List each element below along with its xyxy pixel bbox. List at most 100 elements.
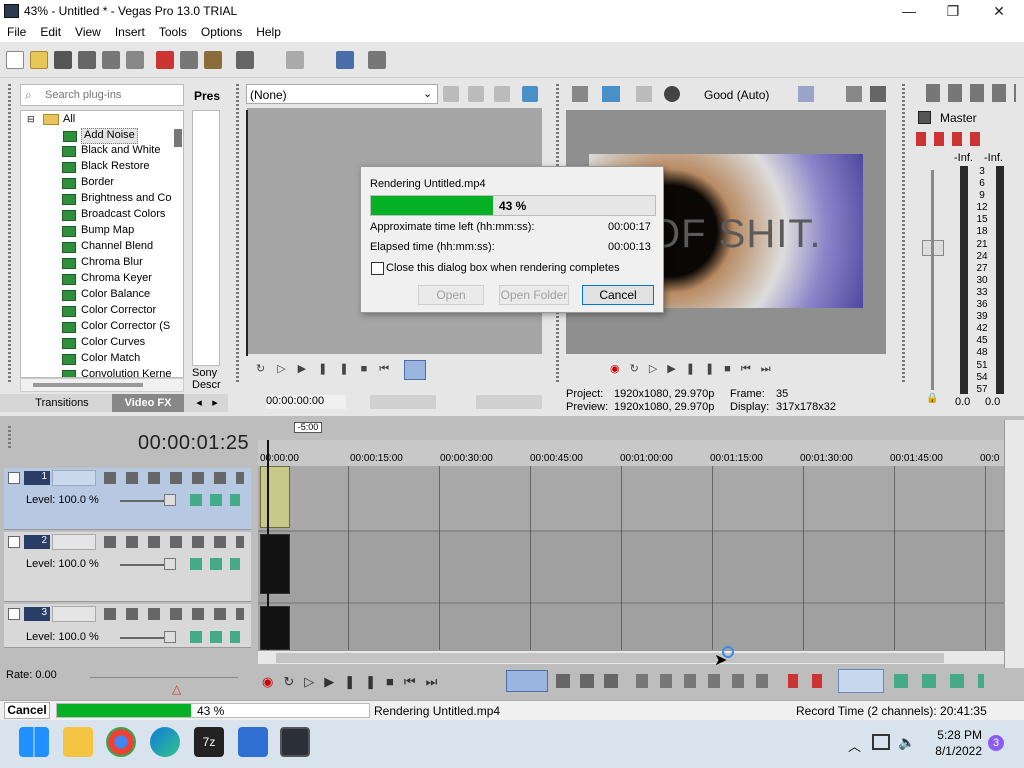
tab-video-fx[interactable]: Video FX (112, 394, 184, 412)
plugin-item[interactable]: Color Match (62, 352, 140, 368)
open-button[interactable]: Open (418, 285, 484, 305)
track-collapse-icon[interactable] (8, 608, 20, 620)
minimize-button[interactable]: — (886, 0, 932, 24)
overlays-icon[interactable] (798, 86, 814, 102)
trimmer-tool-icon[interactable] (494, 86, 510, 102)
scrollbar-thumb[interactable] (33, 383, 143, 387)
chevron-up-icon[interactable]: ︿ (848, 736, 861, 755)
plugin-item[interactable]: Color Corrector (S (62, 320, 170, 336)
track-name-field[interactable] (52, 606, 96, 622)
panel-grip[interactable] (236, 84, 239, 384)
preview-properties-icon[interactable] (572, 86, 588, 102)
menu-options[interactable]: Options (194, 24, 249, 39)
cut-icon[interactable] (156, 51, 174, 69)
tree-root-all[interactable]: All (63, 113, 75, 125)
video-event-2[interactable] (260, 534, 290, 594)
plugin-item[interactable]: Color Corrector (62, 304, 156, 320)
panel-grip[interactable] (902, 84, 905, 384)
vertical-scrollbar[interactable] (1004, 420, 1024, 668)
tab-transitions[interactable]: Transitions (20, 394, 104, 412)
edge-icon[interactable] (150, 727, 180, 757)
playhead-cursor[interactable] (267, 440, 269, 650)
track-buttons[interactable] (104, 536, 244, 548)
preview-fx-icon[interactable] (664, 86, 680, 102)
horizontal-scrollbar[interactable] (20, 378, 184, 392)
track-buttons[interactable] (104, 472, 244, 484)
level-slider-thumb[interactable] (164, 558, 176, 570)
rate-slider[interactable] (90, 677, 238, 678)
plugin-item[interactable]: Convolution Kerne (62, 368, 172, 377)
track-name-field[interactable] (52, 534, 96, 550)
panel-grip[interactable] (8, 426, 11, 448)
save-icon[interactable] (54, 51, 72, 69)
video-event-3[interactable] (260, 606, 290, 650)
plugin-item[interactable]: Border (62, 176, 114, 192)
rate-slider-thumb[interactable]: △ (172, 682, 181, 696)
paste-icon[interactable] (204, 51, 222, 69)
close-button[interactable]: ✕ (976, 0, 1022, 24)
plugin-item[interactable]: Channel Blend (62, 240, 153, 256)
trimmer-in-field[interactable] (370, 395, 436, 409)
trimmer-loop-icon[interactable] (404, 360, 426, 380)
trimmer-transport[interactable]: ↻▷▶❚❚■⏮ (256, 362, 532, 378)
trimmer-monitor-icon[interactable] (522, 86, 538, 102)
volume-icon[interactable]: 🔈 (898, 734, 915, 751)
tray-time[interactable]: 5:28 PM (934, 728, 982, 742)
track-name-field[interactable] (52, 470, 96, 486)
close-when-done-checkbox[interactable] (371, 262, 384, 275)
tab-scroll-right-icon[interactable]: ▸ (208, 394, 222, 412)
trimmer-tool-icon[interactable] (443, 86, 459, 102)
render-icon[interactable] (102, 51, 120, 69)
track-buttons[interactable] (104, 608, 244, 620)
track-collapse-icon[interactable] (8, 536, 20, 548)
enable-snapping-icon[interactable] (336, 51, 354, 69)
panel-grip[interactable] (8, 84, 11, 384)
horizontal-scrollbar[interactable] (258, 650, 1004, 664)
plugin-item[interactable]: Broadcast Colors (62, 208, 165, 224)
plugin-item[interactable]: Brightness and Co (62, 192, 172, 208)
notification-badge[interactable]: 3 (988, 735, 1004, 751)
editing-buttons[interactable] (636, 674, 780, 688)
menu-tools[interactable]: Tools (152, 24, 194, 39)
video-event-1[interactable] (260, 466, 290, 528)
menu-edit[interactable]: Edit (33, 24, 68, 39)
track-header-3[interactable]: 3 Level: 100.0 % (4, 604, 251, 648)
track-collapse-icon[interactable] (8, 472, 20, 484)
preview-transport[interactable]: ◉↻▷▶❚❚■⏮⏭ (610, 362, 850, 376)
menu-insert[interactable]: Insert (108, 24, 152, 39)
maximize-button[interactable]: ❐ (930, 0, 976, 24)
main-transport[interactable]: ◉↻▷▶❚❚■⏮⏭ (262, 674, 498, 690)
menu-view[interactable]: View (68, 24, 108, 39)
vegas-taskbar-icon[interactable] (280, 727, 310, 757)
lock-icon[interactable]: 🔒 (926, 393, 938, 404)
start-icon[interactable] (19, 727, 49, 757)
split-screen-icon[interactable] (636, 86, 652, 102)
copy-snapshot-icon[interactable] (846, 86, 862, 102)
level-slider-thumb[interactable] (164, 631, 176, 643)
tab-scroll-left-icon[interactable]: ◂ (192, 394, 206, 412)
mixer-toolbar[interactable] (926, 84, 1016, 102)
save-as-icon[interactable] (78, 51, 96, 69)
master-controls[interactable] (916, 132, 988, 146)
undo-icon[interactable] (236, 51, 254, 69)
menu-file[interactable]: File (0, 24, 33, 39)
menu-help[interactable]: Help (249, 24, 288, 39)
plugin-item[interactable]: Black Restore (62, 160, 149, 176)
plugin-search[interactable]: ⌕ (20, 84, 184, 106)
open-icon[interactable] (30, 51, 48, 69)
master-fx-icon[interactable] (918, 111, 931, 124)
plugin-item[interactable]: Color Curves (62, 336, 145, 352)
7zip-icon[interactable]: 7z (194, 727, 224, 757)
redo-icon[interactable] (286, 51, 304, 69)
collapse-icon[interactable]: ⊟ (27, 114, 35, 125)
trimmer-tool-icon[interactable] (468, 86, 484, 102)
save-snapshot-icon[interactable] (870, 86, 886, 102)
snapping-toggles[interactable] (838, 669, 884, 693)
preview-quality[interactable]: Good (Auto) (704, 88, 769, 102)
scrollbar-thumb[interactable] (276, 653, 944, 663)
plugin-item[interactable]: Chroma Keyer (62, 272, 152, 288)
file-explorer-icon[interactable] (63, 727, 93, 757)
tray-date[interactable]: 8/1/2022 (934, 744, 982, 758)
track-motion-icons[interactable] (190, 631, 240, 643)
tool-icon[interactable] (368, 51, 386, 69)
